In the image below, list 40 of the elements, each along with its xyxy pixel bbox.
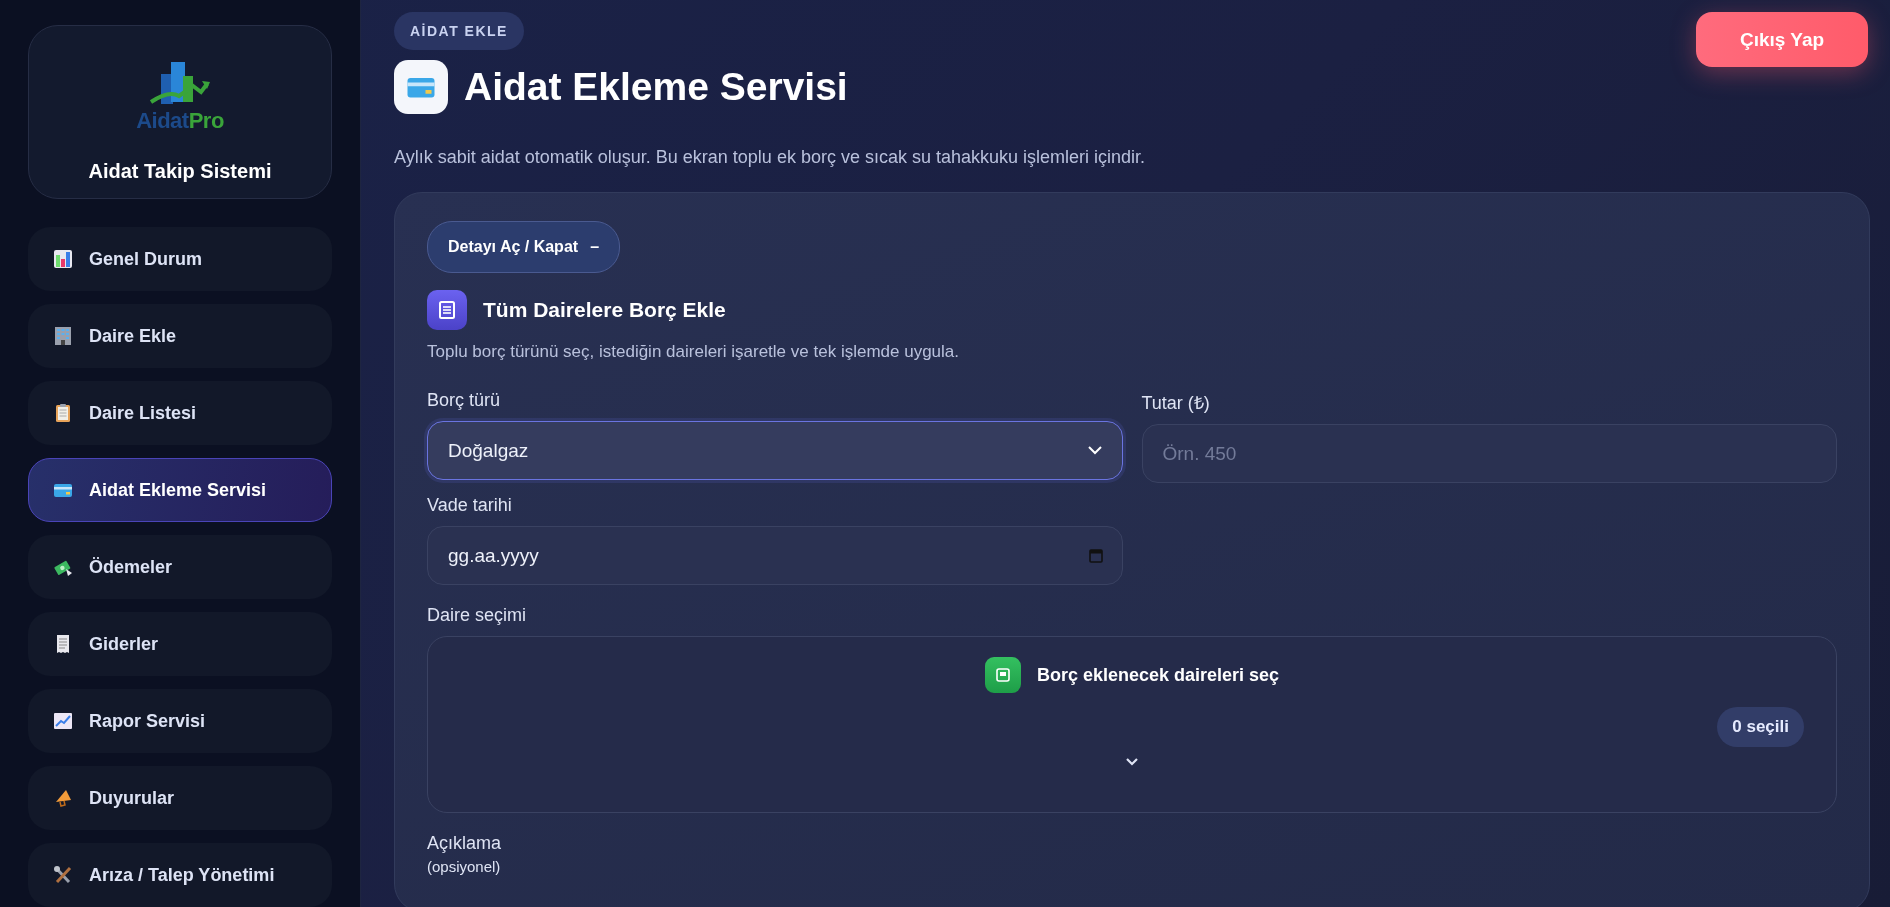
sidebar-item[interactable]: Duyurular — [28, 766, 332, 830]
field-label: Vade tarihi — [427, 495, 513, 516]
field-label: Açıklama — [427, 833, 503, 854]
clipboard-icon — [53, 403, 73, 423]
office-building-icon — [53, 326, 73, 346]
calendar-icon — [1088, 548, 1103, 563]
logo-text-accent: Pro — [188, 108, 224, 133]
debt-type-select[interactable]: Doğalgaz — [427, 421, 1123, 480]
bar-chart-icon — [53, 249, 73, 269]
sidebar-item[interactable]: Arıza / Talep Yönetimi — [28, 843, 332, 907]
page-title: Aidat Ekleme Servisi — [464, 65, 848, 109]
field-label: Tutar (₺) — [1141, 392, 1211, 414]
amount-field[interactable]: Örn. 450 — [1141, 424, 1837, 483]
expand-chevron-icon[interactable] — [1125, 757, 1139, 766]
sidebar-item[interactable]: Daire Ekle — [28, 304, 332, 368]
sidebar-item[interactable]: Genel Durum — [28, 227, 332, 291]
selected-count-badge: 0 seçili — [1717, 707, 1804, 747]
megaphone-icon — [53, 788, 73, 808]
sidebar-item[interactable]: Daire Listesi — [28, 381, 332, 445]
sidebar-item[interactable]: Aidat Ekleme Servisi — [28, 458, 332, 522]
page-subtitle: Aylık sabit aidat otomatik oluşur. Bu ekran toplu ek borç ve sıcak su tahakkuku işlemleri içindir. — [394, 147, 1147, 168]
sidebar-item[interactable]: Giderler — [28, 612, 332, 676]
section-title: Tüm Dairelere Borç Ekle — [483, 298, 726, 322]
chart-increasing-icon — [53, 711, 73, 731]
square-icon — [995, 668, 1010, 682]
page-badge: AİDAT EKLE — [394, 12, 524, 50]
due-date-field[interactable]: gg.aa.yyyy — [427, 526, 1123, 585]
list-icon — [427, 290, 467, 330]
sidebar-item[interactable]: Rapor Servisi — [28, 689, 332, 753]
field-label: Borç türü — [427, 390, 502, 411]
section-description: Toplu borç türünü seç, istediğin daireleri işaretle ve tek işlemde uygula. — [427, 342, 960, 362]
select-apartments-button[interactable]: Borç eklenecek daireleri seç — [984, 657, 1280, 693]
sidebar-item[interactable]: Ödemeler — [28, 535, 332, 599]
field-label: Daire seçimi — [427, 605, 528, 626]
app-title: Aidat Takip Sistemi — [88, 160, 272, 183]
logo-text: Aidat — [136, 108, 189, 133]
optional-hint: (opsiyonel) — [427, 858, 502, 875]
chevron-down-icon — [1087, 446, 1102, 455]
tools-icon — [53, 865, 73, 885]
toggle-details-button[interactable]: Detayı Aç / Kapat – — [427, 221, 621, 273]
